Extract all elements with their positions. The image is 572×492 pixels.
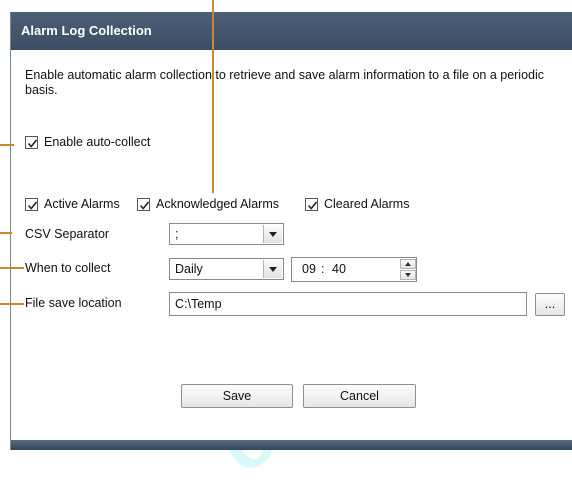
csv-separator-label: CSV Separator [25, 227, 110, 241]
enable-auto-collect-label: Enable auto-collect [44, 135, 151, 149]
file-save-location-label: File save location [25, 296, 122, 310]
enable-auto-collect-checkbox[interactable] [25, 136, 38, 149]
file-save-location-input[interactable]: C:\Temp [169, 292, 527, 316]
file-save-location-value: C:\Temp [175, 297, 222, 311]
time-separator: : [321, 262, 325, 276]
callout-line-vertical [212, 0, 214, 193]
checkmark-icon [139, 201, 150, 210]
csv-separator-value: ; [175, 227, 179, 241]
frequency-value: Daily [175, 262, 203, 276]
frequency-select[interactable]: Daily [169, 258, 284, 280]
spin-up-icon[interactable] [400, 259, 416, 269]
csv-separator-select[interactable]: ; [169, 223, 284, 245]
when-to-collect-label: When to collect [25, 261, 111, 275]
save-button[interactable]: Save [181, 384, 293, 408]
cleared-alarms-checkbox[interactable] [305, 198, 318, 211]
callout-line-file [0, 303, 24, 305]
dialog-description: Enable automatic alarm collection to ret… [25, 68, 545, 97]
alarm-log-collection-dialog: Alarm Log Collection Enable automatic al… [10, 12, 572, 450]
callout-line-csv [0, 232, 12, 234]
callout-line-when [0, 267, 24, 269]
checkmark-icon [27, 139, 38, 148]
callout-line-enable [0, 144, 14, 146]
cleared-alarms-label: Cleared Alarms [324, 197, 410, 211]
checkmark-icon [307, 201, 318, 210]
dropdown-arrow-icon[interactable] [263, 225, 282, 243]
time-hours: 09 [302, 262, 316, 276]
acknowledged-alarms-checkbox[interactable] [137, 198, 150, 211]
dropdown-arrow-icon[interactable] [263, 260, 282, 278]
dialog-bottom-bar [11, 440, 572, 450]
checkmark-icon [27, 201, 38, 210]
time-minutes: 40 [332, 262, 346, 276]
active-alarms-checkbox[interactable] [25, 198, 38, 211]
spin-down-icon[interactable] [400, 270, 416, 280]
dialog-title: Alarm Log Collection [11, 12, 572, 50]
collection-time-input[interactable]: 09 : 40 [291, 257, 417, 282]
browse-button[interactable]: ... [535, 293, 565, 316]
acknowledged-alarms-label: Acknowledged Alarms [156, 197, 279, 211]
cancel-button[interactable]: Cancel [303, 384, 416, 408]
active-alarms-label: Active Alarms [44, 197, 120, 211]
